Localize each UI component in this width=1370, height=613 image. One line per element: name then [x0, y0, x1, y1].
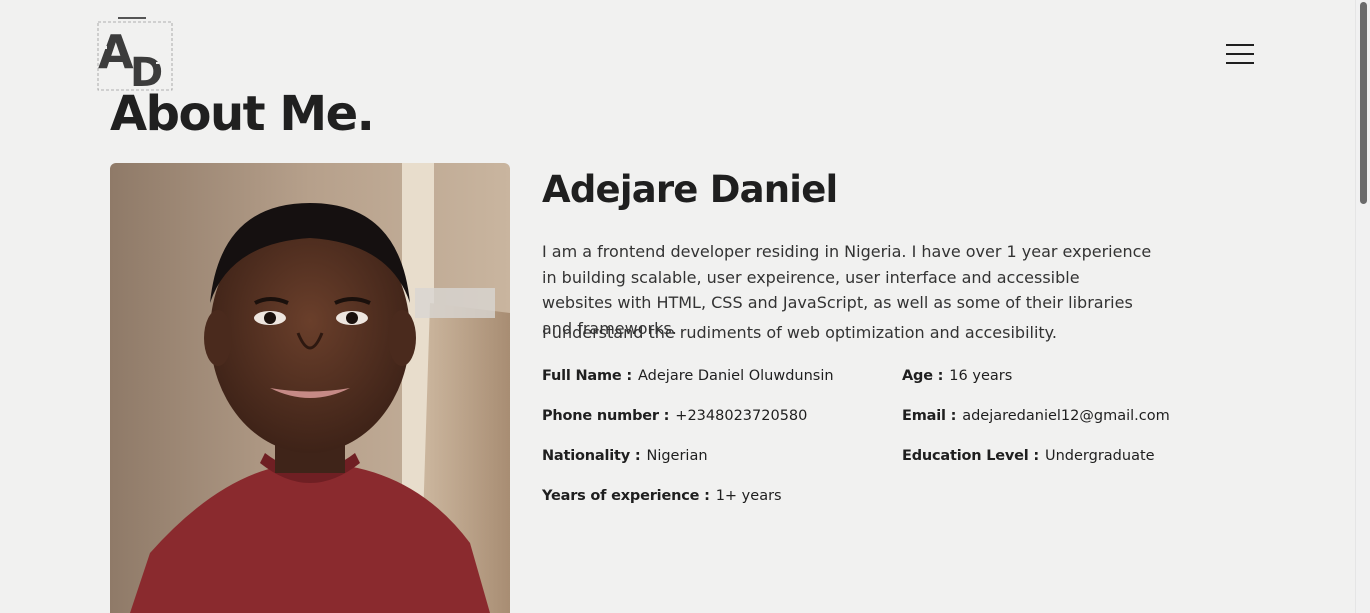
detail-value: 16 years: [949, 368, 1013, 384]
detail-label: Full Name :: [542, 368, 633, 384]
detail-age: Age : 16 years: [902, 368, 1012, 384]
profile-name: Adejare Daniel: [542, 168, 838, 211]
detail-label: Phone number :: [542, 408, 670, 424]
hamburger-icon-line: [1226, 62, 1254, 64]
detail-label: Email :: [902, 408, 957, 424]
menu-button[interactable]: [1226, 44, 1258, 66]
detail-education: Education Level : Undergraduate: [902, 448, 1155, 464]
page-title: About Me.: [110, 86, 375, 142]
detail-phone: Phone number : +2348023720580: [542, 408, 807, 424]
svg-text:A: A: [98, 25, 134, 79]
detail-email: Email : adejaredaniel12@gmail.com: [902, 408, 1170, 424]
page-scrollbar[interactable]: [1355, 0, 1370, 613]
profile-photo: [110, 163, 510, 613]
scrollbar-thumb[interactable]: [1360, 2, 1367, 204]
detail-value: 1+ years: [715, 488, 782, 504]
detail-value: adejaredaniel12@gmail.com: [962, 408, 1170, 424]
detail-value: +2348023720580: [675, 408, 808, 424]
profile-bio-extra: I understand the rudiments of web optimi…: [542, 323, 1057, 342]
hamburger-icon-line: [1226, 44, 1254, 46]
detail-nationality: Nationality : Nigerian: [542, 448, 708, 464]
detail-full-name: Full Name : Adejare Daniel Oluwdunsin: [542, 368, 834, 384]
detail-experience: Years of experience : 1+ years: [542, 488, 782, 504]
detail-value: Adejare Daniel Oluwdunsin: [638, 368, 834, 384]
detail-label: Nationality :: [542, 448, 641, 464]
hamburger-icon-line: [1226, 53, 1254, 55]
detail-label: Age :: [902, 368, 944, 384]
site-logo[interactable]: A D: [96, 16, 176, 94]
detail-value: Nigerian: [646, 448, 708, 464]
detail-label: Education Level :: [902, 448, 1039, 464]
ad-logo-icon: A D: [97, 17, 173, 94]
detail-label: Years of experience :: [542, 488, 710, 504]
detail-value: Undergraduate: [1045, 448, 1155, 464]
